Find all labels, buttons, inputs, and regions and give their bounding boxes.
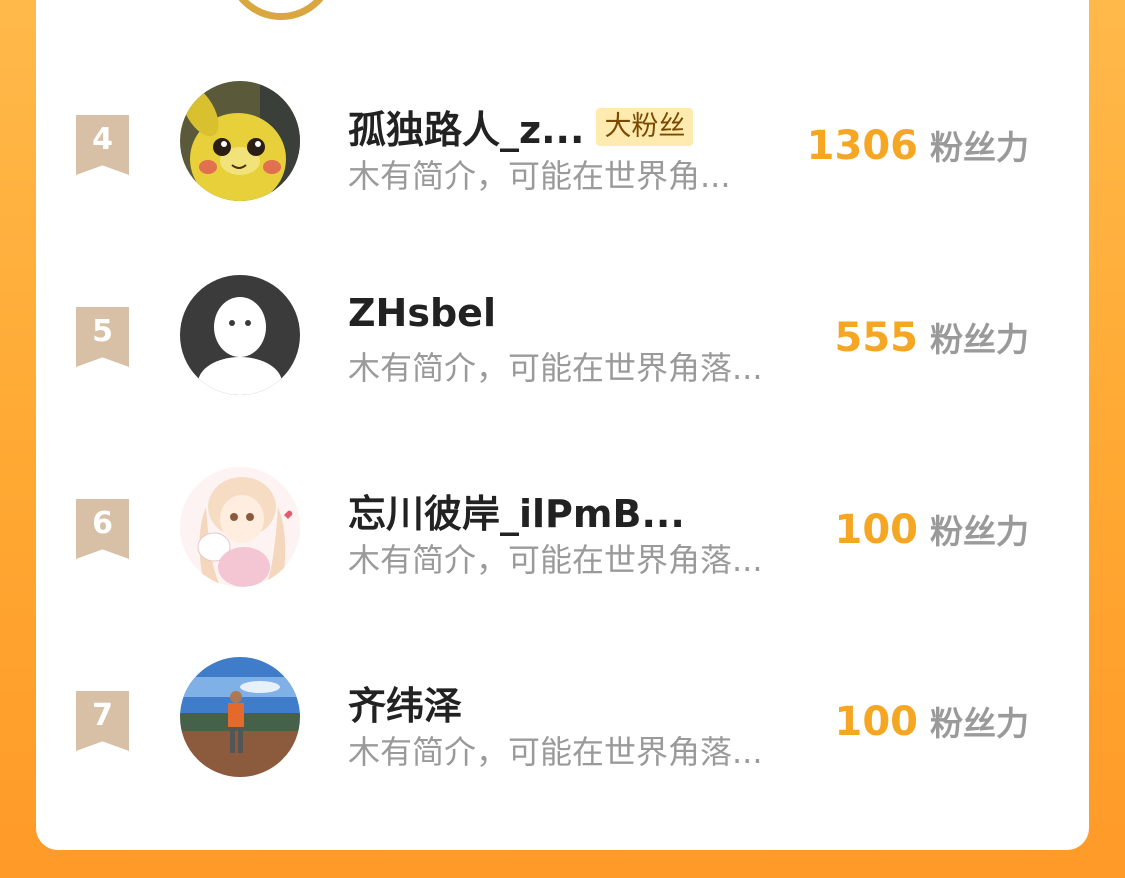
rank-3-avatar-partial[interactable] — [226, 0, 336, 20]
fan-power-score: 555 粉丝力 — [835, 313, 1030, 361]
anime-girl-avatar[interactable] — [180, 467, 300, 587]
username[interactable]: 齐纬泽 — [348, 675, 462, 730]
score-unit: 粉丝力 — [930, 320, 1029, 359]
default-user-avatar[interactable] — [180, 275, 300, 395]
score-value: 100 — [834, 507, 919, 553]
score-unit: 粉丝力 — [930, 512, 1029, 551]
score-value: 100 — [834, 699, 919, 745]
score-unit: 粉丝力 — [930, 128, 1029, 167]
ranking-row[interactable]: 5 ZHsbel 木有简介，可能在世界角落... 555 粉丝力 — [36, 237, 1089, 429]
fan-power-score: 1306 粉丝力 — [807, 121, 1029, 169]
username[interactable]: 忘川彼岸_ilPmB... — [348, 483, 685, 538]
rank-flag: 5 — [76, 307, 129, 367]
username[interactable]: ZHsbel — [348, 291, 496, 335]
pikachu-avatar[interactable] — [180, 81, 300, 201]
user-bio: 木有简介，可能在世界角落... — [348, 733, 763, 771]
username[interactable]: 孤独路人_z... — [348, 99, 584, 154]
fan-power-score: 100 粉丝力 — [835, 697, 1030, 745]
score-value: 1306 — [806, 123, 918, 169]
fan-level-badge: 大粉丝 — [596, 107, 694, 146]
user-bio: 木有简介，可能在世界角... — [348, 157, 731, 195]
rank-flag: 6 — [76, 499, 129, 559]
ranking-row[interactable]: 7 齐纬泽 木有简介，可能在世界角落... 100 粉丝力 — [36, 621, 1089, 813]
user-bio: 木有简介，可能在世界角落... — [348, 541, 763, 579]
ranking-row[interactable]: 4 孤独路人_z... 大粉丝 木有简介，可能在世界角... 1306 粉丝力 — [36, 45, 1089, 237]
hiker-landscape-avatar[interactable] — [180, 657, 300, 777]
score-value: 555 — [834, 315, 919, 361]
rank-flag: 4 — [76, 115, 129, 175]
score-unit: 粉丝力 — [930, 704, 1029, 743]
ranking-card: 4 孤独路人_z... 大粉丝 木有简介，可能在世界角... 1306 粉丝力 … — [36, 0, 1089, 850]
rank-flag: 7 — [76, 691, 129, 751]
user-bio: 木有简介，可能在世界角落... — [348, 349, 763, 387]
fan-power-score: 100 粉丝力 — [835, 505, 1030, 553]
ranking-row[interactable]: 6 忘川彼岸_ilPmB... 木有简介，可能在世界角落... 100 粉丝力 — [36, 429, 1089, 621]
